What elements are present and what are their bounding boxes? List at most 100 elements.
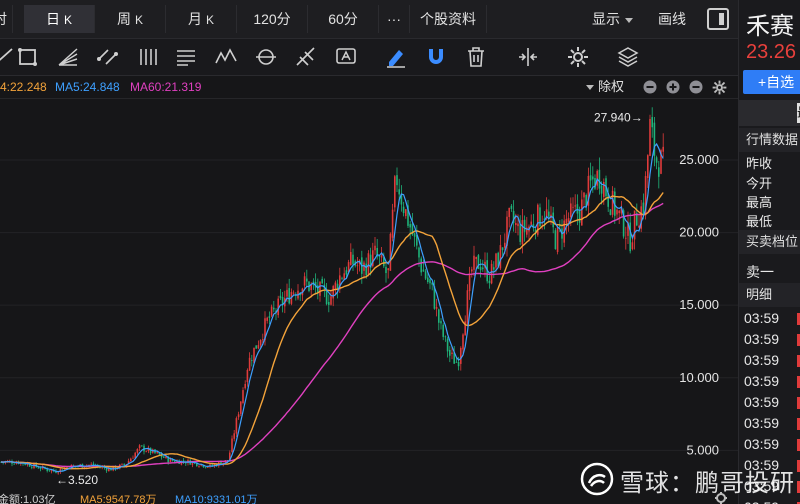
candle-body — [13, 463, 15, 465]
candle-body — [642, 202, 645, 214]
stock-profile-tab[interactable]: 个股资料 — [410, 5, 487, 33]
cycle-tool-icon[interactable] — [254, 45, 278, 69]
candle-body — [48, 470, 51, 472]
annotation-tool-icon[interactable] — [334, 45, 358, 69]
ma5-value: MA5:24.848 — [55, 80, 120, 94]
candle-body — [132, 457, 134, 459]
trade-time: 03:59 — [744, 499, 779, 504]
tab-weekly-k[interactable]: 周 K — [95, 5, 166, 33]
candle-body — [374, 245, 376, 251]
candle-body — [259, 339, 262, 346]
candle-body — [600, 185, 603, 194]
candle-body — [446, 338, 449, 352]
candle-body — [501, 247, 504, 251]
tab-60min[interactable]: 60分 — [308, 5, 379, 33]
candle-body — [31, 466, 33, 468]
candle-body — [380, 255, 383, 258]
candle-body — [515, 223, 517, 226]
candle-body — [130, 458, 132, 462]
candle-body — [539, 207, 541, 227]
candle-body — [662, 146, 664, 152]
candle-body — [138, 445, 141, 449]
layers-icon[interactable] — [616, 45, 640, 69]
candle-body — [457, 362, 460, 367]
candle-body — [385, 266, 387, 274]
candle-body — [651, 117, 653, 128]
settings-icon[interactable] — [566, 45, 590, 69]
candle-body — [306, 278, 308, 282]
candle-body — [625, 237, 627, 239]
drawing-toolbar — [0, 39, 738, 76]
kline-chart[interactable]: 25.000 20.000 15.000 10.000 5.000 27.940→ ←3… — [0, 99, 738, 504]
candle-body — [405, 209, 407, 217]
candle-body — [521, 220, 524, 245]
trade-time: 03:59 — [744, 436, 780, 452]
candle-body — [578, 211, 581, 223]
candle-body — [517, 223, 519, 227]
candle-body — [105, 468, 108, 471]
candle-body — [479, 267, 482, 271]
candle-body — [609, 209, 612, 215]
fork-tool-icon[interactable] — [294, 45, 318, 69]
candle-body — [251, 360, 253, 361]
candle-body — [156, 452, 158, 454]
chevron-down-icon[interactable] — [586, 85, 594, 90]
candle-body — [548, 211, 550, 217]
candle-body — [658, 167, 660, 177]
ma5-line — [0, 142, 664, 473]
candle-body — [391, 209, 394, 238]
collapse-icon[interactable] — [689, 80, 703, 94]
candle-body — [409, 224, 411, 228]
candle-body — [473, 255, 475, 270]
zoom-out-icon[interactable] — [643, 80, 657, 94]
order-book-title: 买卖档位 — [739, 230, 800, 254]
candle-body — [352, 254, 354, 265]
tab-intraday[interactable]: 时 — [0, 5, 13, 33]
trade-time: 03:59 — [744, 331, 780, 347]
fan-tool-icon[interactable] — [56, 45, 80, 69]
y-tick-label: 5.000 — [686, 442, 719, 457]
tab-120min[interactable]: 120分 — [237, 5, 308, 33]
candle-body — [444, 336, 447, 338]
more-periods-button[interactable]: ··· — [379, 5, 410, 33]
magnet-icon[interactable] — [424, 45, 448, 69]
draw-line-button[interactable]: 画线 — [658, 5, 686, 33]
volume-amount: 金额:1.03亿 — [0, 492, 55, 504]
candle-body — [257, 345, 260, 349]
candle-body — [356, 265, 359, 267]
channel-tool-icon[interactable] — [96, 45, 120, 69]
tab-daily-k[interactable]: 日 K — [24, 5, 95, 33]
display-dropdown[interactable]: 显示 — [592, 5, 633, 33]
candle-body — [242, 390, 244, 404]
snowball-logo-icon — [580, 462, 614, 496]
low-label: 最低 — [746, 214, 773, 229]
candle-body — [341, 277, 343, 279]
candle-body — [123, 464, 125, 466]
text-list-icon[interactable] — [174, 45, 198, 69]
trash-icon[interactable] — [464, 45, 488, 69]
trade-time: 03:59 — [744, 415, 780, 431]
candle-body — [583, 192, 585, 198]
wave-tool-icon[interactable] — [214, 45, 238, 69]
candle-body — [273, 307, 275, 310]
candle-body — [39, 468, 42, 470]
candle-body — [233, 433, 235, 439]
rect-tool-icon[interactable] — [16, 45, 40, 69]
line-tool-icon[interactable] — [0, 45, 16, 69]
candle-body — [303, 276, 306, 286]
ex-rights-toggle[interactable]: 除权 — [598, 76, 624, 98]
candle-body — [396, 175, 398, 186]
candle-body — [471, 269, 473, 272]
split-icon[interactable] — [516, 45, 540, 69]
pen-icon[interactable] — [384, 45, 408, 69]
add-watchlist-button[interactable]: +自选 — [743, 70, 800, 94]
parallel-lines-icon[interactable] — [136, 45, 160, 69]
candle-body — [394, 176, 396, 208]
zoom-in-icon[interactable] — [666, 80, 680, 94]
gear-icon[interactable] — [712, 80, 727, 95]
candle-body — [402, 206, 405, 214]
candle-body — [490, 263, 493, 284]
layout-toggle-icon[interactable] — [707, 8, 729, 30]
tab-monthly-k[interactable]: 月 K — [166, 5, 237, 33]
author-name: ：鹏哥投研 — [670, 470, 795, 497]
